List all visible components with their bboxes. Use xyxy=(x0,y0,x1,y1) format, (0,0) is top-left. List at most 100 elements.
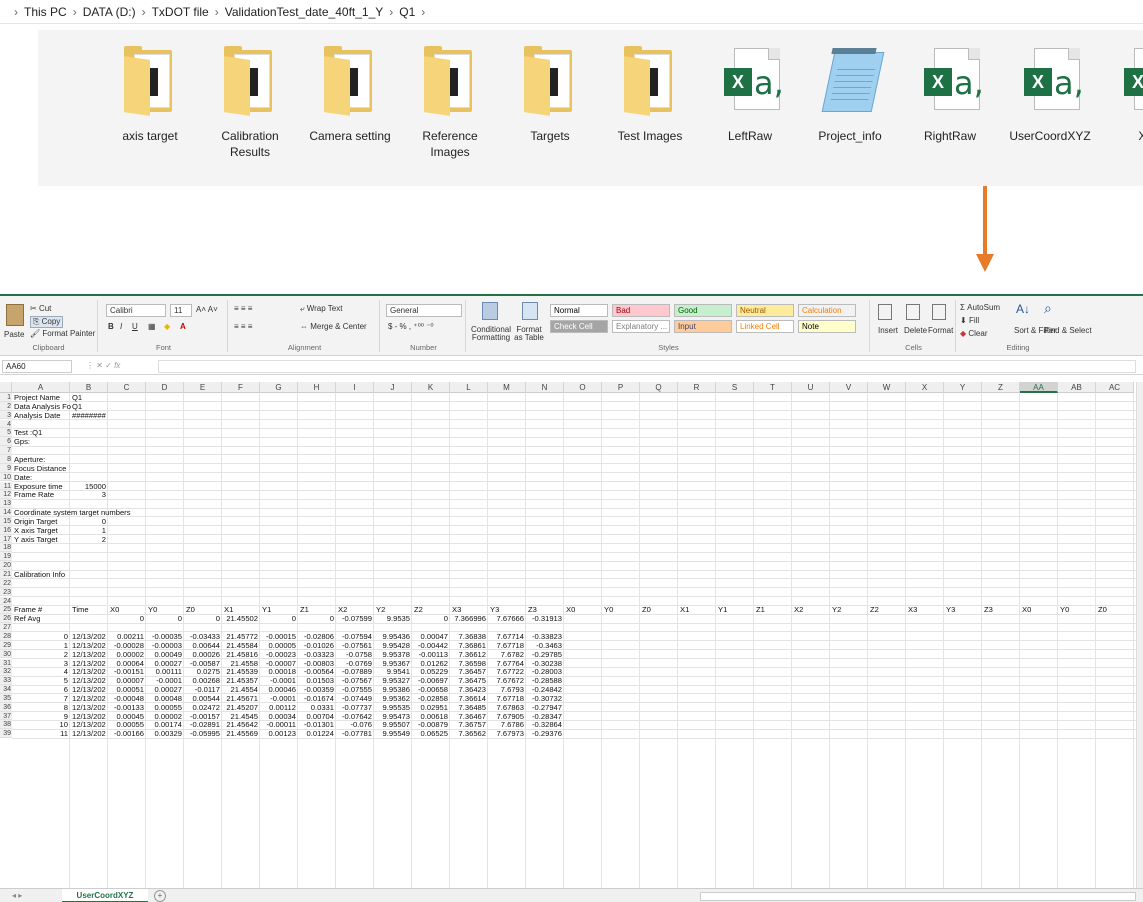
table-cell[interactable]: -0.01026 xyxy=(298,641,334,650)
table-cell[interactable]: Frame # xyxy=(14,605,42,614)
table-cell[interactable]: 12/13/202 xyxy=(72,676,106,685)
table-cell[interactable]: 12/13/202 xyxy=(72,632,106,641)
table-cell[interactable]: -0.07561 xyxy=(336,641,372,650)
row-header[interactable]: 23 xyxy=(0,587,12,597)
table-cell[interactable]: Coordinate system target numbers xyxy=(14,508,131,517)
row-header[interactable]: 2 xyxy=(0,401,12,411)
table-cell[interactable]: ######## xyxy=(72,411,106,420)
table-cell[interactable]: 0.00174 xyxy=(146,720,182,729)
table-cell[interactable]: 21.4554 xyxy=(222,685,258,694)
table-cell[interactable]: Z1 xyxy=(756,605,765,614)
row-header[interactable]: 26 xyxy=(0,614,12,624)
column-header[interactable]: T xyxy=(754,382,792,393)
align-left-button[interactable]: ≡ ≡ ≡ xyxy=(234,322,252,331)
table-cell[interactable]: -0.0001 xyxy=(260,694,296,703)
table-cell[interactable]: 0 xyxy=(70,517,106,526)
table-cell[interactable]: 9.95327 xyxy=(374,676,410,685)
table-cell[interactable]: 7.67863 xyxy=(488,703,524,712)
column-header[interactable]: H xyxy=(298,382,336,393)
table-cell[interactable]: -0.07889 xyxy=(336,667,372,676)
table-cell[interactable]: Date: xyxy=(14,473,32,482)
border-button[interactable]: ▦ xyxy=(148,322,156,331)
number-format-select[interactable]: General xyxy=(386,304,462,317)
row-header[interactable]: 3 xyxy=(0,410,12,420)
table-cell[interactable]: Project Name xyxy=(14,393,60,402)
table-cell[interactable]: 21.45207 xyxy=(222,703,258,712)
table-cell[interactable]: Z3 xyxy=(528,605,537,614)
table-cell[interactable]: 21.45539 xyxy=(222,667,258,676)
column-header[interactable]: C xyxy=(108,382,146,393)
row-header[interactable]: 25 xyxy=(0,605,12,615)
table-cell[interactable]: Data Analysis Fo xyxy=(14,402,71,411)
table-cell[interactable]: -0.03323 xyxy=(298,650,334,659)
table-cell[interactable]: 0.00704 xyxy=(298,712,334,721)
table-cell[interactable]: -0.0001 xyxy=(260,676,296,685)
column-header[interactable]: G xyxy=(260,382,298,393)
table-cell[interactable]: -0.00359 xyxy=(298,685,334,694)
table-cell[interactable]: Z0 xyxy=(642,605,651,614)
table-cell[interactable]: Exposure time xyxy=(14,482,63,491)
table-cell[interactable]: 7.36457 xyxy=(450,667,486,676)
vertical-scrollbar[interactable] xyxy=(1136,382,1143,888)
table-cell[interactable]: X0 xyxy=(1022,605,1031,614)
cell-style-item[interactable]: Normal xyxy=(550,304,608,317)
table-cell[interactable]: -0.07781 xyxy=(336,729,372,738)
table-cell[interactable]: 3 xyxy=(70,490,106,499)
table-cell[interactable]: -0.076 xyxy=(336,720,372,729)
table-cell[interactable]: 0.00051 xyxy=(108,685,144,694)
column-header[interactable]: J xyxy=(374,382,412,393)
breadcrumb-item[interactable]: This PC xyxy=(24,5,67,19)
sheet-nav-arrows[interactable]: ◂ ▸ xyxy=(12,891,22,900)
table-cell[interactable]: -0.02891 xyxy=(184,720,220,729)
table-cell[interactable]: -0.01674 xyxy=(298,694,334,703)
row-header[interactable]: 16 xyxy=(0,525,12,535)
table-cell[interactable]: 0 xyxy=(12,632,68,641)
file-item[interactable]: Camera setting xyxy=(300,44,400,160)
table-cell[interactable]: -0.00157 xyxy=(184,712,220,721)
table-cell[interactable]: -0.0769 xyxy=(336,659,372,668)
table-cell[interactable]: -0.29376 xyxy=(526,729,562,738)
table-cell[interactable]: 7.36614 xyxy=(450,694,486,703)
table-cell[interactable]: 0.01224 xyxy=(298,729,334,738)
table-cell[interactable]: -0.07555 xyxy=(336,685,372,694)
name-box[interactable]: AA60 xyxy=(2,360,72,373)
table-cell[interactable]: 0.00268 xyxy=(184,676,220,685)
table-cell[interactable]: 7.36562 xyxy=(450,729,486,738)
file-item[interactable]: Reference Images xyxy=(400,44,500,160)
table-cell[interactable]: 8 xyxy=(12,703,68,712)
cell-style-item[interactable]: Input xyxy=(674,320,732,333)
table-cell[interactable]: 5 xyxy=(12,676,68,685)
table-cell[interactable]: 0.0331 xyxy=(298,703,334,712)
table-cell[interactable]: Y2 xyxy=(376,605,385,614)
table-cell[interactable]: 0.00002 xyxy=(146,712,182,721)
row-header[interactable]: 36 xyxy=(0,702,12,712)
column-header[interactable]: U xyxy=(792,382,830,393)
table-cell[interactable]: 12/13/202 xyxy=(72,694,106,703)
row-header[interactable]: 11 xyxy=(0,481,12,491)
table-cell[interactable]: 12/13/202 xyxy=(72,667,106,676)
table-cell[interactable]: 7.67718 xyxy=(488,641,524,650)
italic-button[interactable]: I xyxy=(120,322,122,331)
table-cell[interactable]: 4 xyxy=(12,667,68,676)
column-header[interactable]: W xyxy=(868,382,906,393)
table-cell[interactable]: -0.28003 xyxy=(526,667,562,676)
row-header[interactable]: 33 xyxy=(0,676,12,685)
table-cell[interactable]: 7.67973 xyxy=(488,729,524,738)
row-header[interactable]: 18 xyxy=(0,543,12,553)
cell-style-item[interactable]: Bad xyxy=(612,304,670,317)
table-cell[interactable]: Ref Avg xyxy=(14,614,40,623)
table-cell[interactable]: -0.07567 xyxy=(336,676,372,685)
paste-button[interactable]: Paste xyxy=(4,330,24,339)
table-cell[interactable]: -0.00011 xyxy=(260,720,296,729)
table-cell[interactable]: 0.00055 xyxy=(108,720,144,729)
table-cell[interactable]: 7.36598 xyxy=(450,659,486,668)
table-cell[interactable]: 7.67718 xyxy=(488,694,524,703)
table-cell[interactable]: -0.30238 xyxy=(526,659,562,668)
table-cell[interactable]: 0 xyxy=(260,614,296,623)
file-item[interactable]: Calibration Results xyxy=(200,44,300,160)
breadcrumb-item[interactable]: DATA (D:) xyxy=(83,5,136,19)
row-header[interactable]: 24 xyxy=(0,596,12,606)
clear-button[interactable]: ◆ Clear xyxy=(960,329,988,338)
table-cell[interactable]: Test :Q1 xyxy=(14,428,42,437)
row-header[interactable]: 39 xyxy=(0,729,12,739)
